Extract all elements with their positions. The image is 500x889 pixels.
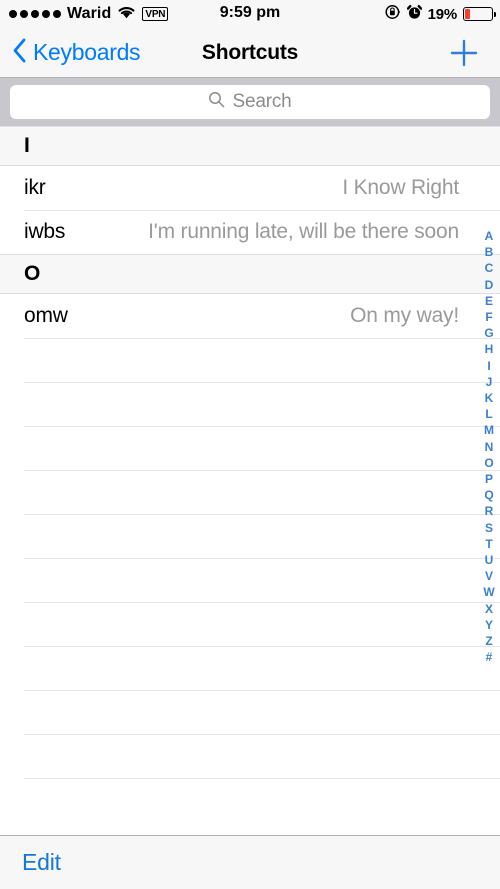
empty-row [0,514,500,558]
status-bar: Warid VPN 9:59 pm 19% [0,0,500,28]
index-letter[interactable]: R [485,503,494,519]
search-input[interactable]: Search [10,85,490,119]
empty-row [0,338,500,382]
index-letter[interactable]: Z [485,633,492,649]
index-letter[interactable]: J [486,374,493,390]
search-placeholder: Search [232,91,292,112]
shortcuts-settings-screen: Warid VPN 9:59 pm 19% Keyboards Shortcut… [0,0,500,889]
index-letter[interactable]: L [485,406,492,422]
index-letter[interactable]: T [485,536,492,552]
status-bar-right: 19% [385,0,497,28]
index-letter[interactable]: Y [485,617,493,633]
index-letter[interactable]: M [484,422,494,438]
index-letter[interactable]: G [484,325,493,341]
empty-row [0,734,500,778]
add-shortcut-button[interactable] [449,38,479,68]
empty-row [0,646,500,690]
page-title: Shortcuts [201,40,299,64]
shortcut-row[interactable]: ikr I Know Right [0,166,500,210]
index-letter[interactable]: V [485,568,493,584]
shortcut-key: iwbs [24,220,66,243]
plus-icon [450,39,478,66]
section-header: I [0,126,500,166]
shortcut-key: omw [24,304,68,327]
index-letter[interactable]: C [485,260,494,276]
search-icon [208,91,225,113]
alarm-clock-icon [406,4,422,25]
empty-row [0,690,500,734]
index-letter[interactable]: U [485,552,494,568]
battery-percent-label: 19% [427,5,458,23]
empty-row [0,602,500,646]
empty-row [0,382,500,426]
edit-button[interactable]: Edit [22,849,61,876]
shortcut-key: ikr [24,176,46,199]
index-letter[interactable]: W [483,584,494,600]
rotation-lock-icon [385,4,401,25]
section-index-bar[interactable]: A B C D E F G H I J K L M N O P Q R S T U V W X Y Z # [478,228,500,665]
index-letter[interactable]: P [485,471,493,487]
index-letter[interactable]: S [485,520,493,536]
shortcut-phrase: I Know Right [342,176,459,199]
empty-row [0,778,500,822]
shortcuts-list: Iikr I Know Right iwbs I'm running late, wi… [0,126,500,822]
shortcut-phrase: On my way! [350,304,459,327]
navigation-bar: Keyboards Shortcuts [0,28,500,78]
index-letter[interactable]: O [484,455,493,471]
index-letter[interactable]: K [485,390,494,406]
index-letter[interactable]: X [485,601,493,617]
section-header: O [0,254,500,294]
search-bar: Search [0,78,500,126]
index-letter[interactable]: D [485,277,494,293]
index-letter[interactable]: # [486,649,493,665]
shortcut-row[interactable]: omw On my way! [0,294,500,338]
empty-row [0,558,500,602]
empty-row [0,426,500,470]
index-letter[interactable]: F [485,309,492,325]
index-letter[interactable]: I [487,358,490,374]
battery-icon [463,7,497,21]
shortcut-phrase: I'm running late, will be there soon [148,220,459,243]
bottom-toolbar: Edit [0,835,500,889]
index-letter[interactable]: A [485,228,494,244]
index-letter[interactable]: N [485,439,494,455]
shortcut-row[interactable]: iwbs I'm running late, will be there soon [0,210,500,254]
index-letter[interactable]: H [485,341,494,357]
index-letter[interactable]: B [485,244,494,260]
index-letter[interactable]: Q [484,487,493,503]
index-letter[interactable]: E [485,293,493,309]
empty-row [0,470,500,514]
